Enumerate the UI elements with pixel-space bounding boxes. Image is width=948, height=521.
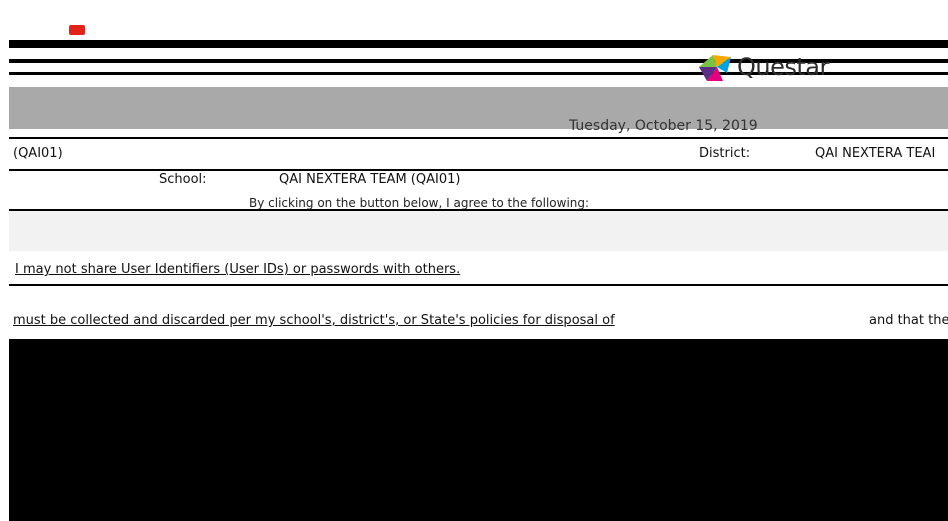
current-date: Tuesday, October 15, 2019 xyxy=(569,118,758,134)
screen-frame: Questar Tuesday, October 15, 2019 (QAI01… xyxy=(9,9,948,521)
questar-logo-icon xyxy=(699,55,731,81)
info-row: (QAI01) District: QAI NEXTERA TEAI xyxy=(9,137,948,171)
terms-dispose-continuation: and that the xyxy=(869,313,948,328)
page: Questar Tuesday, October 15, 2019 (QAI01… xyxy=(9,9,948,339)
terms-bullet-text: I may not share User Identifiers (User I… xyxy=(15,262,461,277)
terms-list-item: I may not share User Identifiers (User I… xyxy=(9,254,948,286)
flag-icon xyxy=(69,25,85,35)
brand-name: Questar xyxy=(737,53,829,81)
top-bar xyxy=(9,9,948,39)
school-code: (QAI01) xyxy=(13,146,63,161)
district-value: QAI NEXTERA TEAI xyxy=(815,146,936,161)
agreement-intro: By clicking on the button below, I agree… xyxy=(249,196,590,210)
school-label: School: xyxy=(159,172,207,187)
terms-list-item: must be collected and discarded per my s… xyxy=(9,305,948,339)
agreement-notice xyxy=(9,209,948,251)
school-value: QAI NEXTERA TEAM (QAI01) xyxy=(279,172,461,187)
district-label: District: xyxy=(699,146,751,161)
header-banner xyxy=(9,87,948,129)
terms-dispose-text: must be collected and discarded per my s… xyxy=(13,313,615,328)
brand-logo: Questar xyxy=(695,47,829,87)
